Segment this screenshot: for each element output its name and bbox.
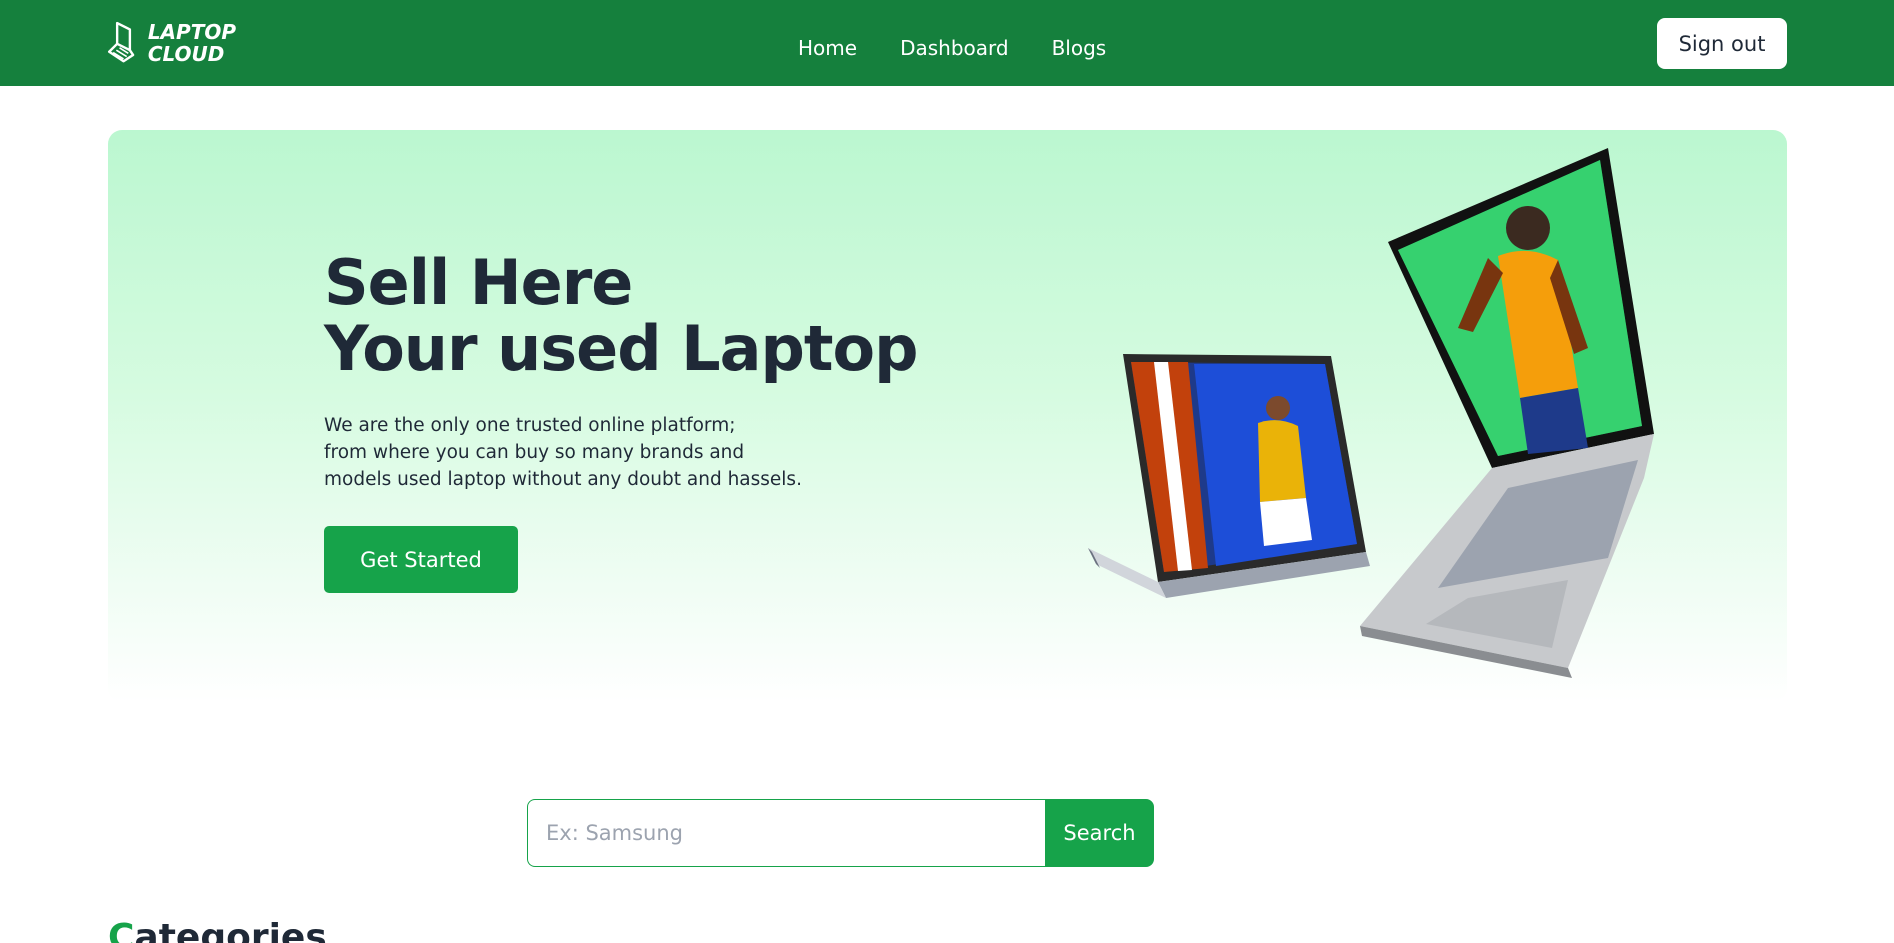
hero-desc-line1: We are the only one trusted online platf… <box>324 415 736 436</box>
main-nav: Home Dashboard Blogs <box>798 32 1149 64</box>
hero-title-line2: Your used Laptop <box>324 312 919 385</box>
laptop-logo-icon <box>107 21 135 63</box>
hero-desc-line3: models used laptop without any doubt and… <box>324 469 802 490</box>
laptops-image <box>1088 148 1654 678</box>
nav-link-home[interactable]: Home <box>798 32 857 64</box>
nav-link-dashboard[interactable]: Dashboard <box>900 32 1009 64</box>
categories-heading-rest: ategories <box>134 917 327 943</box>
brand-line2: CLOUD <box>147 42 225 66</box>
brand-logo[interactable]: LAPTOP CLOUD <box>106 14 236 72</box>
tent-laptop-illustration <box>1088 354 1370 598</box>
categories-heading-initial: C <box>108 917 135 943</box>
navbar: LAPTOP CLOUD Home Dashboard Blogs Sign o… <box>0 0 1894 86</box>
categories-heading: Categories <box>108 918 327 943</box>
brand-line1: LAPTOP <box>147 20 236 44</box>
search-input[interactable] <box>527 799 1045 867</box>
hero-title-line1: Sell Here <box>324 246 633 319</box>
search-button[interactable]: Search <box>1045 799 1154 867</box>
hero-desc-line2: from where you can buy so many brands an… <box>324 442 745 463</box>
search-bar: Search <box>527 799 1154 867</box>
nav-link-blogs[interactable]: Blogs <box>1052 32 1107 64</box>
hero-description: We are the only one trusted online platf… <box>324 412 884 493</box>
open-laptop-illustration <box>1360 148 1654 678</box>
hero-banner: Sell Here Your used Laptop We are the on… <box>108 130 1787 702</box>
brand-wordmark: LAPTOP CLOUD <box>148 21 236 65</box>
sign-out-button[interactable]: Sign out <box>1657 18 1787 69</box>
get-started-button[interactable]: Get Started <box>324 526 518 593</box>
hero-title: Sell Here Your used Laptop <box>324 250 944 382</box>
